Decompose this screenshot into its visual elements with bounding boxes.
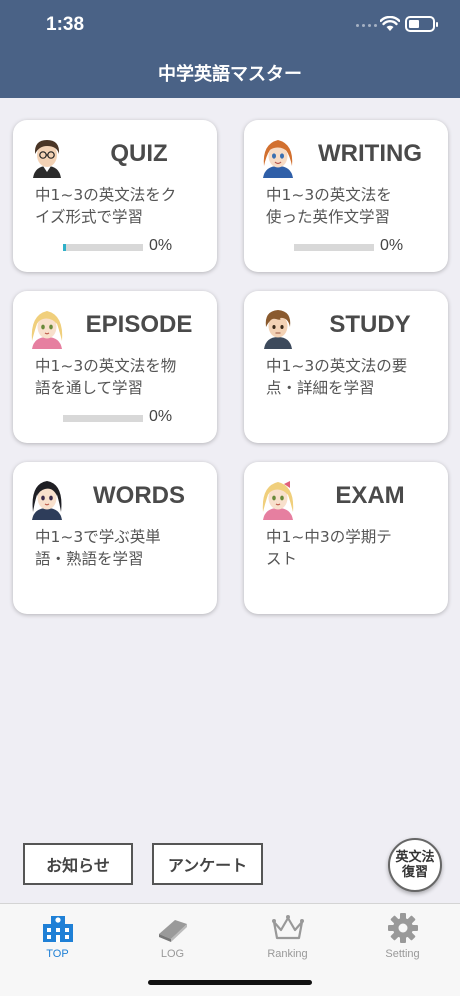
card-description: 中1~中3の学期テ スト xyxy=(266,526,436,570)
tab-setting[interactable]: Setting xyxy=(345,910,460,970)
card-title: WORDS xyxy=(93,482,185,509)
tab-label: TOP xyxy=(46,948,69,960)
card-quiz[interactable]: QUIZ 中1~3の英文法をク イズ形式で学習 0% xyxy=(13,120,217,272)
card-title: WRITING xyxy=(318,140,422,167)
progress-bar xyxy=(63,415,143,422)
progress-bar xyxy=(294,244,374,251)
girl-blonde-bow-avatar-icon xyxy=(262,481,294,520)
tab-label: Setting xyxy=(385,948,420,960)
crown-icon xyxy=(272,915,304,940)
card-title: EXAM xyxy=(335,482,405,509)
girl-black-hair-avatar-icon xyxy=(32,481,62,520)
card-description: 中1~3の英文法をク イズ形式で学習 xyxy=(35,184,205,228)
school-building-icon xyxy=(43,916,73,942)
page-title: 中学英語マスター xyxy=(158,64,302,85)
card-exam[interactable]: EXAM 中1~中3の学期テ スト xyxy=(244,462,448,614)
card-episode[interactable]: EPISODE 中1~3の英文法を物 語を通して学習 0% xyxy=(13,291,217,443)
app-header: 1:38 中学英語マスター xyxy=(0,0,460,98)
status-bar: 1:38 xyxy=(0,0,460,48)
progress-percent: 0% xyxy=(149,408,173,425)
boy-glasses-avatar-icon xyxy=(33,140,61,178)
card-description-line: 語・熟語を学習 xyxy=(35,550,144,568)
progress-bar xyxy=(63,244,143,251)
grammar-review-button[interactable]: 英文法 復習 xyxy=(388,838,442,892)
girl-orange-hair-avatar-icon xyxy=(263,140,293,178)
card-description: 中1~3の英文法を 使った英作文学習 xyxy=(266,184,436,228)
wifi-icon xyxy=(380,16,400,31)
card-study[interactable]: STUDY 中1~3の英文法の要 点・詳細を学習 xyxy=(244,291,448,443)
card-description: 中1~3の英文法を物 語を通して学習 xyxy=(35,355,205,399)
card-description-line: 中1~中3の学期テ xyxy=(266,528,392,546)
girl-blonde-avatar-icon xyxy=(31,311,63,349)
review-label-line: 英文法 xyxy=(395,850,435,865)
card-description: 中1~3で学ぶ英単 語・熟語を学習 xyxy=(35,526,205,570)
book-icon xyxy=(159,920,187,942)
card-description-line: 中1~3の英文法を物 xyxy=(35,357,177,375)
progress-percent: 0% xyxy=(149,237,173,254)
cellular-signal-icon xyxy=(356,24,377,27)
card-description-line: 中1~3の英文法の要 xyxy=(266,357,408,375)
boy-brown-hair-avatar-icon xyxy=(264,310,292,349)
tab-top[interactable]: TOP xyxy=(0,910,115,970)
progress-fill xyxy=(63,244,66,251)
tab-label: LOG xyxy=(160,948,185,960)
news-button[interactable]: お知らせ xyxy=(23,843,133,885)
card-description-line: スト xyxy=(266,550,298,568)
card-description-line: 中1~3で学ぶ英単 xyxy=(35,528,161,546)
tab-label: Ranking xyxy=(267,948,308,960)
tab-ranking[interactable]: Ranking xyxy=(230,910,345,970)
tab-log[interactable]: LOG xyxy=(115,910,230,970)
battery-icon xyxy=(405,16,438,32)
card-description-line: 使った英作文学習 xyxy=(266,208,391,226)
card-title: EPISODE xyxy=(85,311,193,338)
card-description-line: 点・詳細を学習 xyxy=(266,379,375,397)
card-title: QUIZ xyxy=(110,140,168,167)
card-description-line: イズ形式で学習 xyxy=(35,208,144,226)
card-words[interactable]: WORDS 中1~3で学ぶ英単 語・熟語を学習 xyxy=(13,462,217,614)
card-description: 中1~3の英文法の要 点・詳細を学習 xyxy=(266,355,436,399)
gear-icon xyxy=(388,913,418,943)
home-indicator xyxy=(148,980,312,985)
card-description-line: 中1~3の英文法を xyxy=(266,186,392,204)
card-title: STUDY xyxy=(329,311,411,338)
card-writing[interactable]: WRITING 中1~3の英文法を 使った英作文学習 0% xyxy=(244,120,448,272)
card-description-line: 語を通して学習 xyxy=(35,379,144,397)
status-time: 1:38 xyxy=(46,14,85,35)
review-label-line: 復習 xyxy=(401,865,428,880)
survey-button[interactable]: アンケート xyxy=(152,843,263,885)
progress-percent: 0% xyxy=(380,237,404,254)
card-description-line: 中1~3の英文法をク xyxy=(35,186,177,204)
